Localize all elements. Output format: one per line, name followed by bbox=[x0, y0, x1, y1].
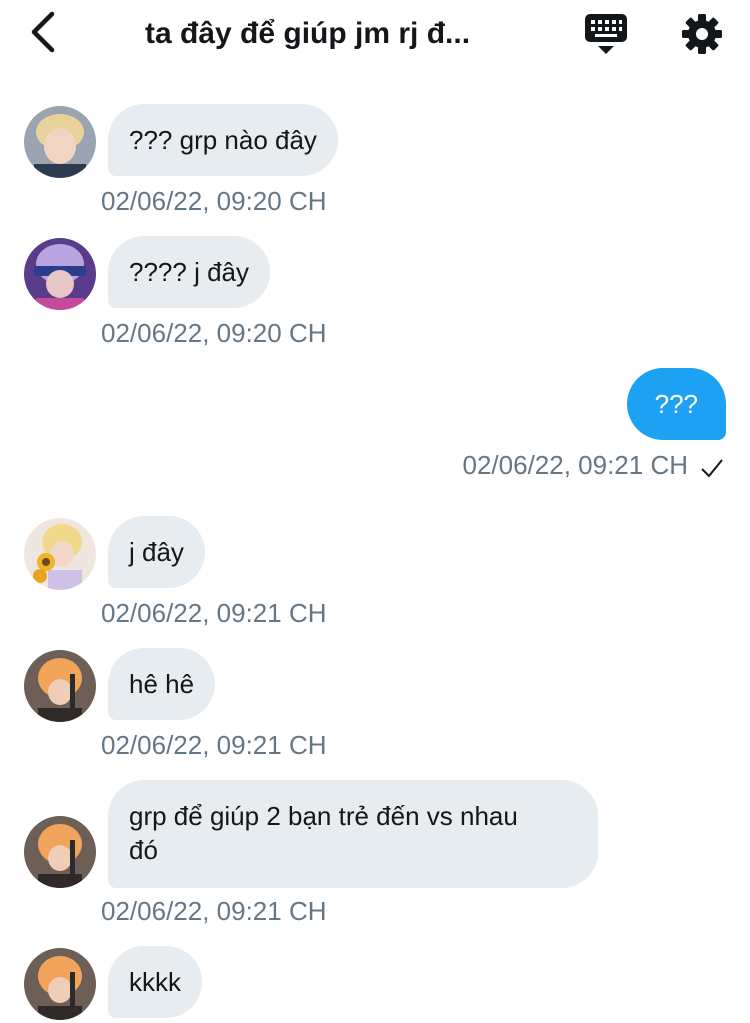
conversation-title[interactable]: ta đây để giúp jm rj đ... bbox=[145, 14, 525, 54]
avatar-photo-2 bbox=[24, 238, 96, 310]
message-timestamp: 02/06/22, 09:21 CH bbox=[101, 730, 327, 760]
settings-button[interactable] bbox=[680, 12, 724, 56]
incoming-message-bubble[interactable]: ??? grp nào đây bbox=[108, 104, 338, 176]
sender-avatar[interactable] bbox=[24, 650, 96, 722]
outgoing-message-bubble[interactable]: ??? bbox=[626, 368, 726, 440]
checkmark-icon bbox=[701, 459, 723, 478]
message-timestamp: 02/06/22, 09:21 CH bbox=[462, 450, 689, 480]
sender-avatar[interactable] bbox=[24, 106, 96, 178]
avatar-photo-3 bbox=[24, 518, 96, 590]
incoming-message-bubble[interactable]: j đây bbox=[108, 516, 205, 588]
avatar-photo-1 bbox=[24, 106, 96, 178]
back-button[interactable] bbox=[22, 10, 66, 54]
chat-header: ta đây để giúp jm rj đ... bbox=[0, 0, 750, 70]
avatar-photo-4 bbox=[24, 650, 96, 722]
incoming-message-bubble[interactable]: kkkk bbox=[108, 946, 202, 1018]
gear-icon bbox=[682, 14, 722, 54]
message-timestamp: 02/06/22, 09:20 CH bbox=[101, 186, 327, 216]
avatar-photo-4 bbox=[24, 948, 96, 1020]
keyboard-icon bbox=[585, 14, 627, 54]
incoming-message-bubble[interactable]: ???? j đây bbox=[108, 236, 270, 308]
sender-avatar[interactable] bbox=[24, 238, 96, 310]
chevron-left-icon bbox=[31, 11, 55, 53]
message-timestamp: 02/06/22, 09:20 CH bbox=[101, 318, 327, 348]
sender-avatar[interactable] bbox=[24, 816, 96, 888]
avatar-photo-4 bbox=[24, 816, 96, 888]
message-timestamp: 02/06/22, 09:21 CH bbox=[101, 896, 327, 926]
incoming-message-bubble[interactable]: hê hê bbox=[108, 648, 216, 720]
incoming-message-bubble[interactable]: grp để giúp 2 bạn trẻ đến vs nhau đó bbox=[108, 780, 598, 888]
message-timestamp: 02/06/22, 09:21 CH bbox=[101, 598, 327, 628]
sender-avatar[interactable] bbox=[24, 518, 96, 590]
sender-avatar[interactable] bbox=[24, 948, 96, 1020]
keyboard-shortcuts-button[interactable] bbox=[583, 12, 629, 56]
